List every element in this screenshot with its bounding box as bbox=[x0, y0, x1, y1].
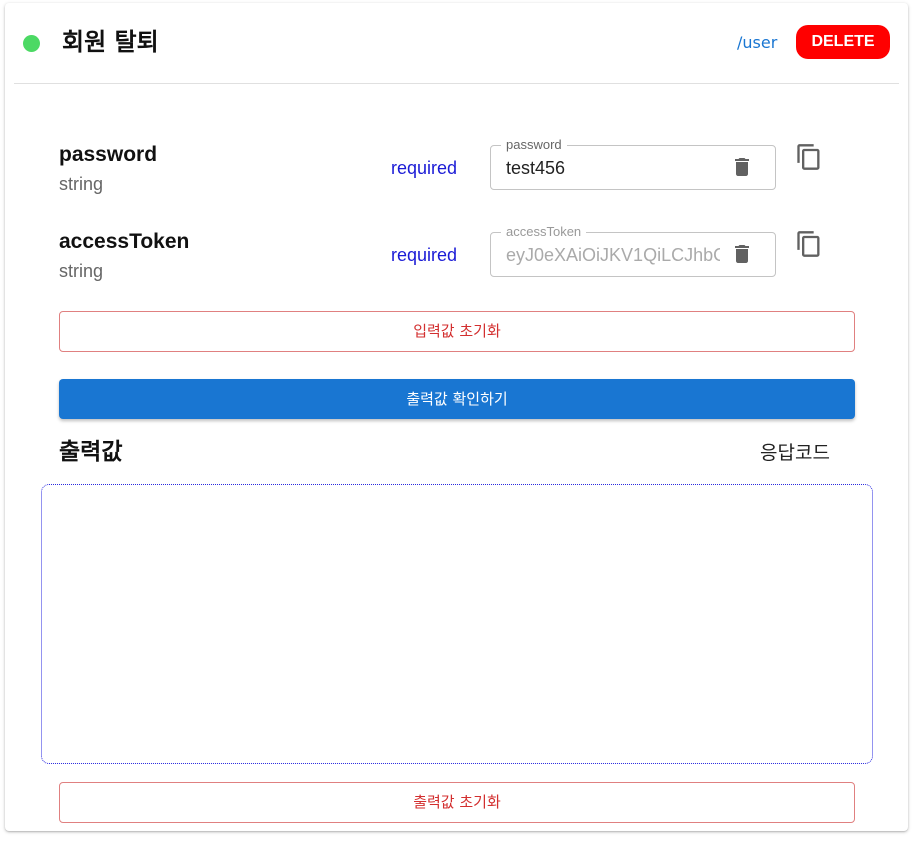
param-required-label: required bbox=[391, 158, 458, 178]
reset-output-button[interactable]: 출력값 초기화 bbox=[59, 782, 855, 823]
output-title: 출력값 bbox=[59, 439, 123, 465]
password-field-value[interactable]: test456 bbox=[506, 157, 720, 179]
param-name: password bbox=[59, 143, 158, 166]
param-name: accessToken bbox=[59, 230, 190, 253]
param-required-label: required bbox=[391, 245, 458, 265]
copy-icon[interactable] bbox=[795, 143, 823, 171]
param-row-password: password string required password test45… bbox=[5, 137, 908, 202]
reset-input-button[interactable]: 입력값 초기화 bbox=[59, 311, 855, 352]
password-field-label: password bbox=[501, 137, 567, 153]
param-type: string bbox=[59, 261, 104, 281]
api-endpoint-card: 회원 탈퇴 /user DELETE password string requi… bbox=[5, 3, 908, 831]
status-indicator bbox=[23, 35, 40, 52]
password-field[interactable]: password test456 bbox=[490, 137, 776, 190]
endpoint-header: 회원 탈퇴 /user DELETE bbox=[14, 3, 899, 84]
endpoint-title: 회원 탈퇴 bbox=[62, 28, 159, 56]
response-code-label: 응답코드 bbox=[760, 442, 830, 464]
param-type: string bbox=[59, 174, 104, 194]
access-token-field-placeholder[interactable]: eyJ0eXAiOiJKV1QiLCJhbGciOiJIUzI1NiJ9 bbox=[506, 244, 720, 266]
copy-icon[interactable] bbox=[795, 230, 823, 258]
access-token-field-label: accessToken bbox=[501, 224, 587, 240]
endpoint-path-link[interactable]: /user bbox=[737, 33, 777, 53]
trash-icon[interactable] bbox=[730, 155, 754, 179]
access-token-field[interactable]: accessToken eyJ0eXAiOiJKV1QiLCJhbGciOiJI… bbox=[490, 224, 776, 277]
method-badge: DELETE bbox=[796, 25, 890, 59]
output-area[interactable] bbox=[41, 484, 873, 764]
trash-icon[interactable] bbox=[730, 242, 754, 266]
param-row-access-token: accessToken string required accessToken … bbox=[5, 224, 908, 289]
submit-button[interactable]: 출력값 확인하기 bbox=[59, 379, 855, 419]
